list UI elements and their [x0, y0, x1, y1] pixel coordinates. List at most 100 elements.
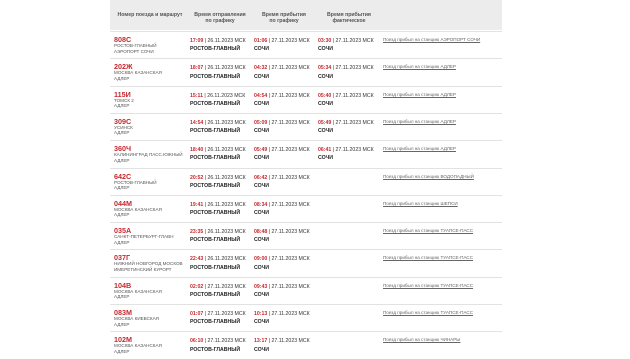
train-route: ТОМСК 2 АДЛЕР	[114, 98, 186, 109]
actual-arrival-cell: 06:41 | 27.11.2023 МСК СОЧИ	[318, 146, 374, 162]
arrival-time: 04:54	[254, 92, 268, 99]
actual-arrival-station: СОЧИ	[318, 128, 334, 135]
train-route: САНКТ-ПЕТЕРБУРГ-ГЛАВН АДЛЕР	[114, 234, 186, 245]
table-row: 309С УСИНСК АДЛЕР 14:54 | 26.11.2023 МСК РОС…	[110, 112, 502, 141]
arrival-date: | 27.11.2023 МСК	[267, 229, 310, 236]
arrival-time: 08:34	[254, 201, 268, 208]
departure-station: РОСТОВ-ГЛАВНЫЙ	[190, 155, 241, 162]
arrival-status-link[interactable]: Поезд прибыл на станцию АДЛЕР	[383, 92, 456, 97]
actual-arrival-time: 05:34	[318, 65, 332, 72]
arrival-status-link[interactable]: Поезд прибыл на станцию АЭРОПОРТ СОЧИ	[383, 37, 480, 42]
arrival-status-link[interactable]: Поезд прибыл на станцию ТУАПСЕ-ПАСС	[383, 283, 473, 288]
train-route: МОСКВА КИЕВСКАЯ АДЛЕР	[114, 316, 186, 327]
departure-time: 22:43	[190, 256, 204, 263]
table-row: 035А САНКТ-ПЕТЕРБУРГ-ГЛАВН АДЛЕР 23:35 | 26…	[110, 222, 502, 250]
arrival-status-link[interactable]: Поезд прибыл на станцию ШЕПСИ	[383, 201, 458, 206]
departure-time: 06:10	[190, 338, 204, 345]
arrival-station: СОЧИ	[254, 291, 270, 298]
actual-arrival-date: | 27.11.2023 МСК	[331, 65, 374, 72]
departure-cell: 02:02 | 27.11.2023 МСК РОСТОВ-ГЛАВНЫЙ	[190, 283, 246, 299]
arrival-status-link[interactable]: Поезд прибыл на станцию АДЛЕР	[383, 64, 456, 69]
arrival-date: | 27.11.2023 МСК	[267, 38, 310, 44]
arrival-status-link[interactable]: Поезд прибыл на станцию ТУАПСЕ-ПАСС	[383, 310, 473, 315]
arrival-time: 08:48	[254, 229, 268, 236]
header-actual-arrival: Время прибытия фактическое	[327, 12, 371, 24]
departure-cell: 01:07 | 27.11.2023 МСК РОСТОВ-ГЛАВНЫЙ	[190, 310, 246, 326]
departure-date: | 26.11.2023 МСК	[203, 65, 246, 72]
arrival-status-link[interactable]: Поезд прибыл на станцию АДЛЕР	[383, 119, 456, 124]
arrival-station: СОЧИ	[254, 155, 270, 162]
departure-station: РОСТОВ-ГЛАВНЫЙ	[190, 210, 241, 216]
arrival-time: 01:06	[254, 38, 268, 44]
table-row: 037Г НИЖНИЙ НОВГОРОД МОСКОВ ИМЕРЕТИНСКИЙ К…	[110, 249, 502, 277]
departure-station: РОСТОВ-ГЛАВНЫЙ	[190, 291, 241, 298]
departure-station: РОСТОВ-ГЛАВНЫЙ	[190, 346, 241, 353]
departure-date: | 26.11.2023 МСК	[202, 92, 246, 99]
actual-arrival-station: СОЧИ	[318, 46, 334, 53]
departure-time: 01:07	[190, 311, 204, 317]
departure-station: РОСТОВ-ГЛАВНЫЙ	[190, 264, 241, 271]
schedule-table: Номер поезда и маршрут Время отправления…	[110, 0, 502, 355]
arrival-station: СОЧИ	[254, 237, 270, 244]
arrival-status-link[interactable]: Поезд прибыл на станцию АДЛЕР	[383, 146, 456, 151]
departure-time: 17:09	[190, 38, 204, 44]
arrival-station: СОЧИ	[254, 210, 270, 216]
arrival-time: 09:00	[254, 256, 268, 263]
train-route: МОСКВА КАЗАНСКАЯ АДЛЕР	[114, 289, 186, 300]
departure-date: | 26.11.2023 МСК	[203, 119, 246, 126]
arrival-status-link[interactable]: Поезд прибыл на станцию ЧИНАРЫ	[383, 337, 460, 342]
table-header: Номер поезда и маршрут Время отправления…	[110, 0, 502, 30]
arrival-cell: 04:54 | 27.11.2023 МСК СОЧИ	[254, 92, 310, 108]
departure-time: 20:52	[190, 174, 204, 181]
departure-cell: 22:43 | 26.11.2023 МСК РОСТОВ-ГЛАВНЫЙ	[190, 255, 246, 271]
arrival-time: 13:17	[254, 338, 268, 345]
departure-cell: 15:11 | 26.11.2023 МСК РОСТОВ-ГЛАВНЫЙ	[190, 92, 245, 108]
route-station: АДЛЕР	[114, 348, 130, 354]
arrival-cell: 09:00 | 27.11.2023 МСК СОЧИ	[254, 255, 310, 271]
departure-station: РОСТОВ-ГЛАВНЫЙ	[190, 182, 241, 189]
departure-date: | 26.11.2023 МСК	[203, 256, 246, 263]
header-departure: Время отправления по графику	[194, 12, 246, 24]
table-row: 808С РОСТОВ-ГЛАВНЫЙ АЭРОПОРТ СОЧИ 17:09 | 2…	[110, 31, 502, 59]
arrival-cell: 04:32 | 27.11.2023 МСК СОЧИ	[254, 64, 310, 80]
departure-date: | 27.11.2023 МСК	[203, 338, 246, 345]
actual-arrival-cell: 05:34 | 27.11.2023 МСК СОЧИ	[318, 64, 374, 80]
actual-arrival-time: 05:40	[318, 92, 332, 99]
route-station: АДЛЕР	[114, 103, 130, 109]
departure-date: | 27.11.2023 МСК	[203, 311, 246, 317]
departure-date: | 26.11.2023 МСК	[203, 147, 246, 154]
arrival-time: 05:49	[254, 147, 268, 154]
arrival-status-link[interactable]: Поезд прибыл на станцию ТУАПСЕ-ПАСС	[383, 228, 473, 233]
train-route: РОСТОВ-ГЛАВНЫЙ АДЛЕР	[114, 180, 186, 191]
route-station: АДЛЕР	[114, 157, 130, 163]
actual-arrival-cell: 03:30 | 27.11.2023 МСК СОЧИ	[318, 37, 374, 53]
arrival-time: 10:13	[254, 311, 268, 317]
departure-station: РОСТОВ-ГЛАВНЫЙ	[190, 100, 241, 107]
route-station: АЭРОПОРТ СОЧИ	[114, 48, 154, 54]
departure-station: РОСТОВ-ГЛАВНЫЙ	[190, 237, 241, 244]
arrival-date: | 27.11.2023 МСК	[267, 147, 310, 154]
train-route: КАЛИНИНГРАД ПАСС.ЮЖНЫЙ АДЛЕР	[114, 152, 186, 163]
header-arrival: Время прибытия по графику	[262, 12, 306, 24]
departure-date: | 26.11.2023 МСК	[203, 229, 246, 236]
departure-date: | 26.11.2023 МСК	[203, 201, 246, 208]
arrival-station: СОЧИ	[254, 264, 270, 271]
arrival-time: 05:09	[254, 119, 268, 126]
arrival-date: | 27.11.2023 МСК	[267, 283, 310, 290]
actual-arrival-date: | 27.11.2023 МСК	[331, 147, 374, 154]
departure-time: 18:07	[190, 65, 204, 72]
train-route: РОСТОВ-ГЛАВНЫЙ АЭРОПОРТ СОЧИ	[114, 43, 186, 54]
table-row: 083М МОСКВА КИЕВСКАЯ АДЛЕР 01:07 | 27.11.20…	[110, 304, 502, 332]
arrival-status-link[interactable]: Поезд прибыл на станцию ТУАПСЕ-ПАСС	[383, 255, 473, 260]
arrival-status-link[interactable]: Поезд прибыл на станцию ВОДОПАДНЫЙ	[383, 174, 474, 179]
arrival-date: | 27.11.2023 МСК	[267, 201, 310, 208]
arrival-date: | 27.11.2023 МСК	[267, 65, 310, 72]
train-route: МОСКВА КАЗАНСКАЯ АДЛЕР	[114, 70, 186, 81]
actual-arrival-date: | 27.11.2023 МСК	[331, 38, 374, 44]
departure-cell: 14:54 | 26.11.2023 МСК РОСТОВ-ГЛАВНЫЙ	[190, 119, 246, 135]
arrival-time: 09:43	[254, 283, 268, 290]
arrival-date: | 27.11.2023 МСК	[267, 119, 310, 126]
arrival-cell: 09:43 | 27.11.2023 МСК СОЧИ	[254, 283, 310, 299]
arrival-date: | 27.11.2023 МСК	[267, 311, 310, 317]
actual-arrival-cell: 05:49 | 27.11.2023 МСК СОЧИ	[318, 119, 374, 135]
